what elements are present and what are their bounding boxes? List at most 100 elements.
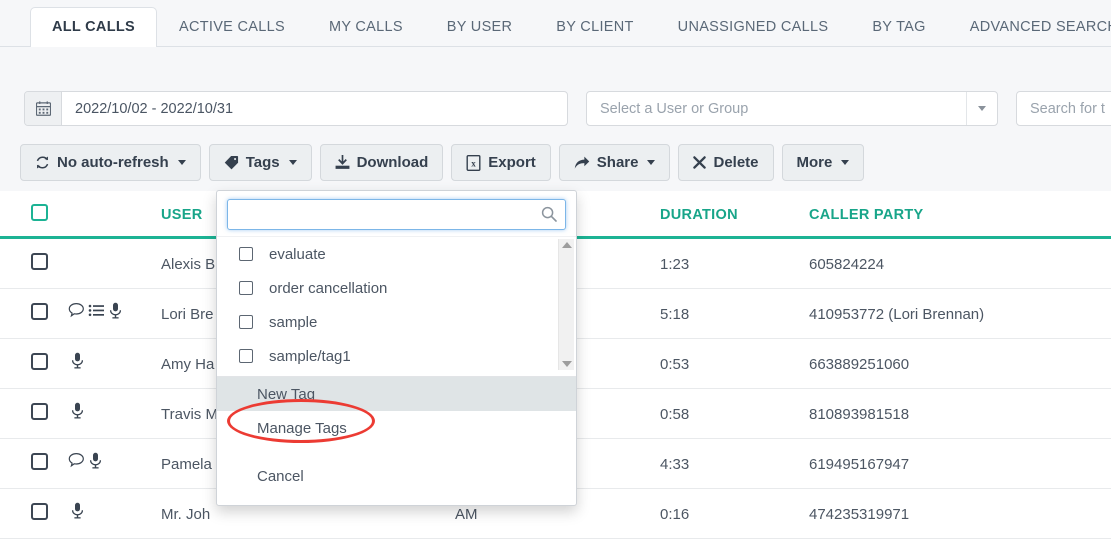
export-button[interactable]: x Export (451, 144, 551, 181)
tag-option[interactable]: sample (217, 305, 576, 339)
more-label: More (796, 154, 833, 171)
calendar-icon (25, 92, 62, 125)
select-all-checkbox[interactable] (31, 204, 48, 221)
tab-list: ALL CALLS ACTIVE CALLS MY CALLS BY USER … (30, 7, 1111, 48)
tab-active-calls[interactable]: ACTIVE CALLS (157, 7, 307, 47)
column-header-duration[interactable]: DURATION (660, 207, 738, 223)
chevron-down-icon[interactable] (966, 92, 997, 125)
comment-icon[interactable] (68, 452, 85, 474)
tab-label: BY TAG (872, 19, 926, 35)
download-button[interactable]: Download (319, 144, 444, 181)
user-group-select[interactable]: Select a User or Group (586, 91, 998, 126)
tab-label: ADVANCED SEARCH (969, 19, 1111, 35)
tag-label: sample/tag1 (269, 347, 351, 365)
tag-checkbox[interactable] (239, 315, 253, 329)
tab-by-tag[interactable]: BY TAG (850, 7, 947, 47)
cell-caller-party: 474235319971 (809, 506, 910, 523)
tab-all-calls[interactable]: ALL CALLS (30, 7, 157, 48)
tag-option[interactable]: sample/tag1 (217, 339, 576, 372)
tag-label: order cancellation (269, 279, 388, 297)
tab-unassigned-calls[interactable]: UNASSIGNED CALLS (656, 7, 851, 47)
delete-button[interactable]: Delete (678, 144, 774, 181)
list-icon[interactable] (88, 302, 105, 324)
download-label: Download (356, 154, 429, 171)
scroll-down-arrow-icon[interactable] (561, 361, 572, 367)
chevron-down-icon (647, 160, 656, 165)
microphone-icon[interactable] (70, 502, 85, 524)
tab-by-user[interactable]: BY USER (425, 7, 535, 47)
svg-text:x: x (472, 158, 477, 168)
cancel-label: Cancel (257, 467, 304, 485)
cell-duration: 4:33 (660, 456, 690, 473)
manage-tags-menu-item[interactable]: Manage Tags (217, 411, 576, 445)
tag-icon (224, 155, 239, 170)
tab-label: MY CALLS (328, 19, 403, 35)
tab-bar: ALL CALLS ACTIVE CALLS MY CALLS BY USER … (0, 0, 1111, 48)
tag-option[interactable]: order cancellation (217, 271, 576, 305)
tags-list-scrollbar[interactable] (558, 239, 574, 370)
tab-label: BY CLIENT (556, 19, 634, 35)
row-checkbox[interactable] (31, 353, 48, 370)
share-arrow-icon (574, 155, 590, 170)
microphone-icon[interactable] (70, 402, 85, 424)
export-label: Export (488, 154, 536, 171)
tag-option[interactable]: evaluate (217, 237, 576, 271)
auto-refresh-label: No auto-refresh (57, 154, 169, 171)
column-header-caller-party[interactable]: CALLER PARTY (809, 207, 924, 223)
cancel-menu-item[interactable]: Cancel (217, 459, 576, 493)
chevron-down-icon (841, 160, 850, 165)
tag-label: evaluate (269, 245, 326, 263)
action-toolbar: No auto-refresh Tags Download x Export S… (0, 141, 1111, 191)
row-icons (68, 302, 123, 324)
cell-user: Lori Bre (161, 306, 214, 323)
tag-checkbox[interactable] (239, 349, 253, 363)
row-checkbox[interactable] (31, 453, 48, 470)
row-checkbox[interactable] (31, 303, 48, 320)
cell-user: Pamela (161, 456, 212, 473)
tab-by-client[interactable]: BY CLIENT (534, 7, 655, 47)
cell-duration: 1:23 (660, 256, 690, 273)
microphone-icon[interactable] (108, 302, 123, 324)
row-icons (70, 352, 85, 374)
tag-label: sample (269, 313, 318, 331)
cell-user: Alexis B (161, 256, 216, 273)
tag-checkbox[interactable] (239, 247, 253, 261)
new-tag-menu-item[interactable]: New Tag (217, 377, 576, 411)
cell-user: Travis M (161, 406, 218, 423)
new-tag-label: New Tag (257, 385, 316, 403)
scroll-up-arrow-icon[interactable] (561, 242, 572, 248)
cell-date: AM (455, 506, 478, 523)
share-button[interactable]: Share (558, 144, 671, 181)
date-range-input[interactable]: 2022/10/02 - 2022/10/31 (24, 91, 568, 126)
cell-caller-party: 410953772 (Lori Brennan) (809, 306, 985, 323)
user-group-placeholder: Select a User or Group (600, 100, 749, 117)
auto-refresh-button[interactable]: No auto-refresh (20, 144, 201, 181)
tag-checkbox[interactable] (239, 281, 253, 295)
search-placeholder: Search for t (1030, 100, 1105, 117)
tags-search-input[interactable] (227, 199, 566, 230)
row-checkbox[interactable] (31, 253, 48, 270)
manage-tags-label: Manage Tags (257, 419, 347, 437)
more-button[interactable]: More (781, 144, 865, 181)
date-range-value: 2022/10/02 - 2022/10/31 (75, 100, 234, 117)
tags-list[interactable]: evaluate order cancellation sample sampl… (217, 236, 576, 372)
search-input[interactable]: Search for t (1016, 91, 1111, 126)
row-icons (70, 502, 85, 524)
cell-caller-party: 605824224 (809, 256, 885, 273)
row-checkbox[interactable] (31, 403, 48, 420)
tags-button[interactable]: Tags (208, 144, 312, 181)
row-icons (68, 452, 103, 474)
column-header-user[interactable]: USER (161, 207, 203, 223)
comment-icon[interactable] (68, 302, 85, 324)
download-icon (335, 155, 350, 170)
share-label: Share (596, 154, 639, 171)
chevron-down-icon (177, 160, 186, 165)
filter-row: 2022/10/02 - 2022/10/31 Select a User or… (0, 47, 1111, 141)
tab-advanced-search[interactable]: ADVANCED SEARCH (948, 7, 1111, 47)
microphone-icon[interactable] (88, 452, 103, 474)
row-checkbox[interactable] (31, 503, 48, 520)
tab-my-calls[interactable]: MY CALLS (307, 7, 425, 47)
microphone-icon[interactable] (70, 352, 85, 374)
cell-duration: 5:18 (660, 306, 690, 323)
cell-caller-party: 663889251060 (809, 356, 910, 373)
